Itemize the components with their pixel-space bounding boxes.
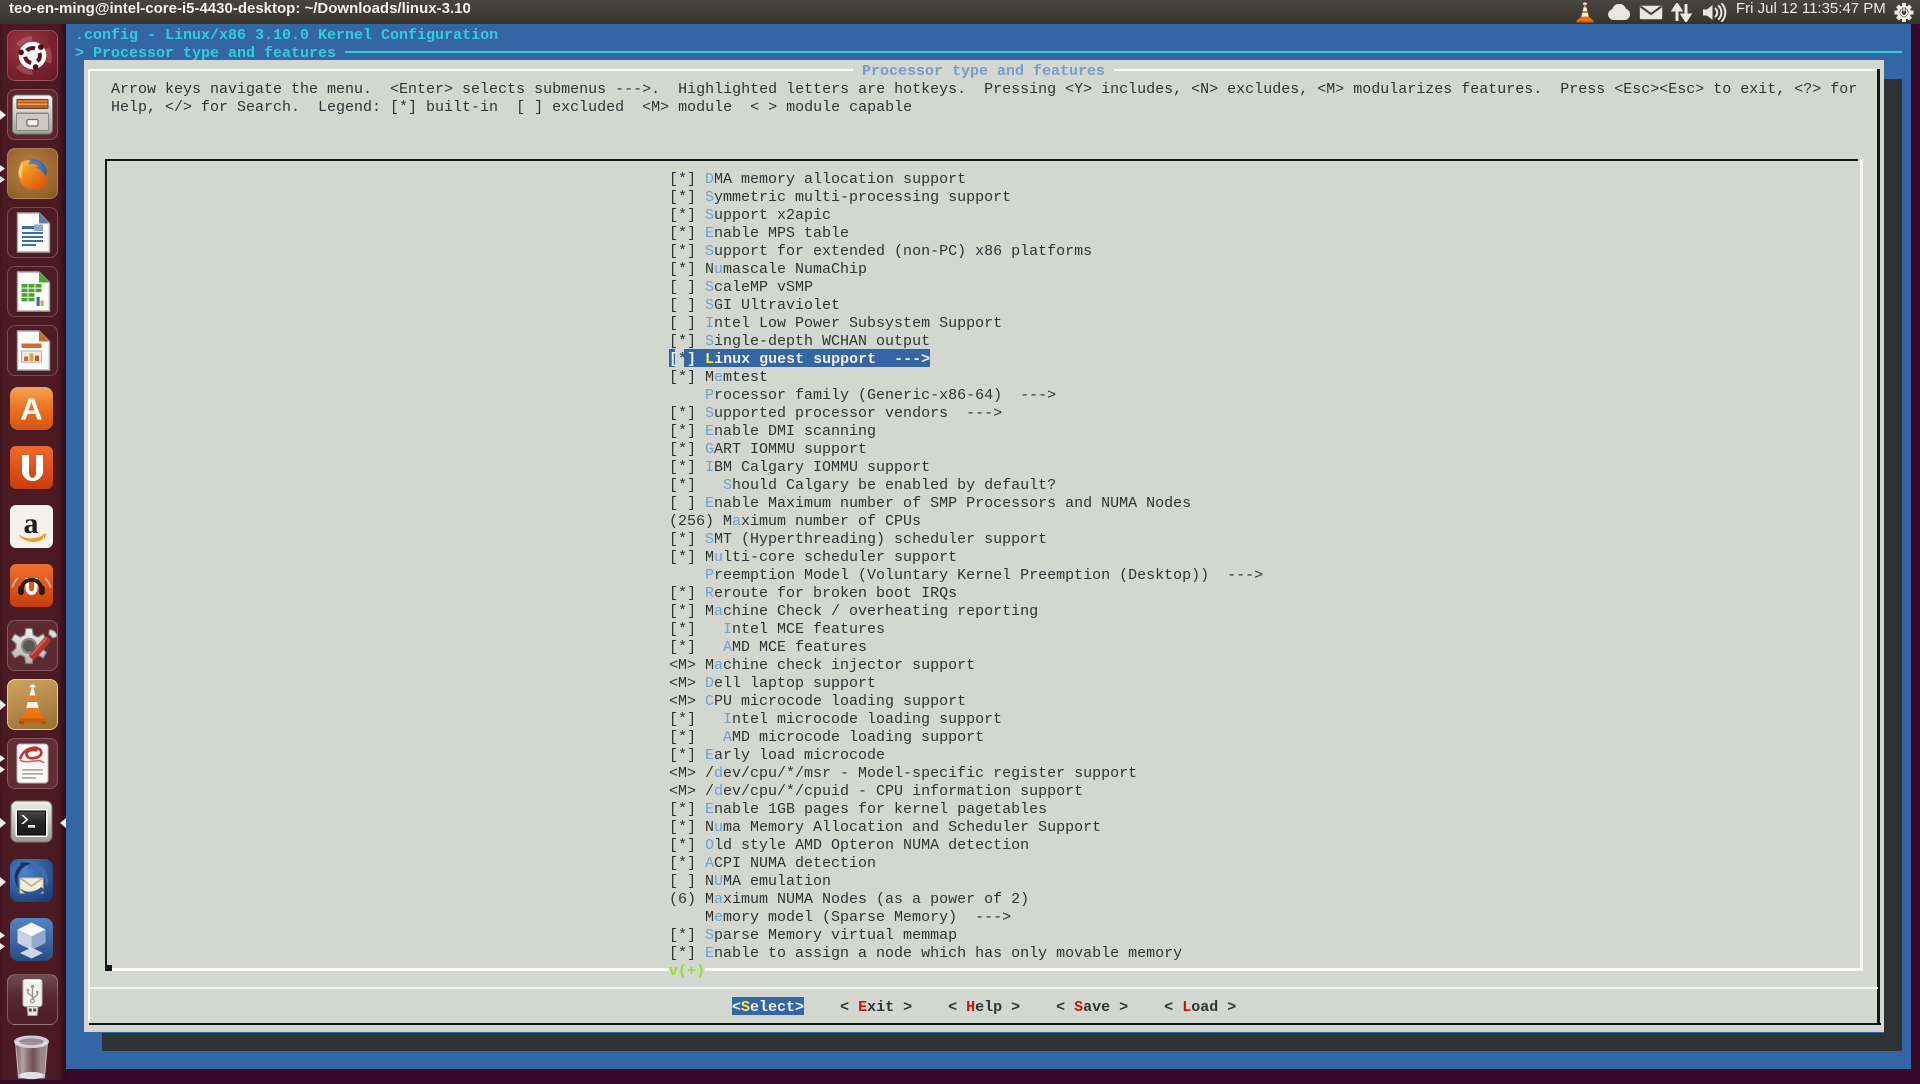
svg-text:a: a: [24, 507, 39, 540]
svg-text:A: A: [20, 392, 42, 427]
